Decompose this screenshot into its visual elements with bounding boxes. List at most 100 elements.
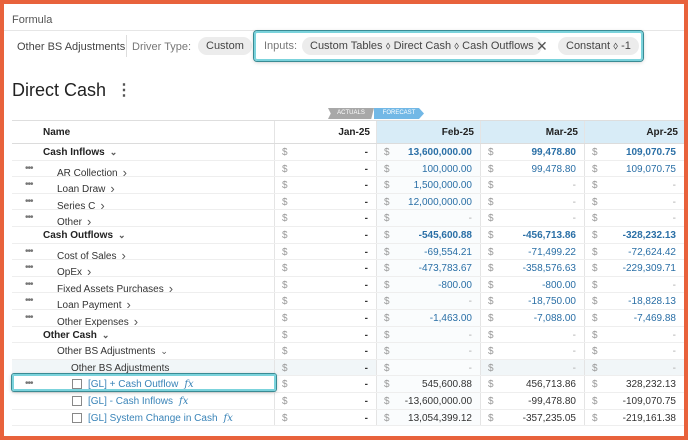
value-cell-mar[interactable]: $ -: [480, 177, 584, 193]
gl-formula-label[interactable]: [GL] + Cash Outflow fx: [88, 379, 194, 390]
table-row[interactable]: [GL] - Cash Inflows fx $ - $ -13,600,000.00 $ -…: [12, 392, 684, 410]
value-cell-mar[interactable]: $ -800.00: [480, 276, 584, 293]
value-cell-mar[interactable]: $ -358,576.63: [480, 260, 584, 276]
value-cell-jan[interactable]: $ -: [274, 243, 376, 260]
value-cell-feb[interactable]: $ -: [376, 326, 480, 343]
value-cell-feb[interactable]: $ -: [376, 210, 480, 226]
table-row[interactable]: ••• Loan Draw › $ - $1,500,000.00 $ - $ -: [12, 177, 684, 196]
value-cell-jan[interactable]: $ -: [274, 160, 376, 177]
column-header-feb[interactable]: Feb-25: [442, 127, 474, 138]
row-menu-icon[interactable]: •••: [25, 279, 33, 290]
value-cell-jan[interactable]: $ -: [274, 144, 376, 160]
driver-type-pill[interactable]: Custom: [198, 37, 252, 55]
chevron-down-icon[interactable]: ⌄: [160, 346, 168, 356]
value-cell-jan[interactable]: $ -: [274, 276, 376, 293]
value-cell-mar[interactable]: $ -7,088.00: [480, 309, 584, 326]
table-row[interactable]: Cash Outflows ⌄ $ - $ -545,600.88 $ -456,713.86…: [12, 226, 684, 244]
table-row[interactable]: ••• AR Collection › $ - $100,000.00 $99,478.80…: [12, 160, 684, 180]
row-menu-icon[interactable]: •••: [25, 262, 33, 273]
value-cell-mar[interactable]: $ -: [480, 343, 584, 359]
value-cell-jan[interactable]: $ -: [274, 376, 376, 392]
value-cell-jan[interactable]: $ -: [274, 409, 376, 426]
row-label[interactable]: Cash Outflows ⌄: [43, 230, 126, 241]
value-cell-apr[interactable]: $ -: [584, 210, 684, 226]
value-cell-feb[interactable]: $13,054,399.12: [376, 409, 480, 426]
column-header-name[interactable]: Name: [43, 127, 70, 138]
value-cell-jan[interactable]: $ -: [274, 193, 376, 210]
value-cell-feb[interactable]: $545,600.88: [376, 376, 480, 392]
value-cell-mar[interactable]: $ -18,750.00: [480, 293, 584, 309]
value-cell-feb[interactable]: $ -69,554.21: [376, 243, 480, 260]
value-cell-apr[interactable]: $ -328,232.13: [584, 226, 684, 243]
table-row[interactable]: ••• Series C › $ - $12,000,000.00 $ - $ -: [12, 193, 684, 213]
value-cell-mar[interactable]: $ -: [480, 326, 584, 343]
value-cell-feb[interactable]: $ -: [376, 359, 480, 376]
table-row[interactable]: [GL] System Change in Cash fx $ - $13,054,39…: [12, 409, 684, 427]
input-reference-pill[interactable]: Custom Tables ⬨ Direct Cash ⬨ Cash Outfl…: [302, 37, 542, 55]
table-row[interactable]: ••• Fixed Assets Purchases › $ - $ -800.00 $ -80…: [12, 276, 684, 296]
value-cell-feb[interactable]: $ -1,463.00: [376, 309, 480, 326]
constant-pill[interactable]: Constant ⬨ -1: [558, 37, 639, 55]
value-cell-mar[interactable]: $ -357,235.05: [480, 409, 584, 426]
value-cell-feb[interactable]: $12,000,000.00: [376, 193, 480, 210]
value-cell-feb[interactable]: $13,600,000.00: [376, 144, 480, 160]
value-cell-apr[interactable]: $ -: [584, 359, 684, 376]
value-cell-mar[interactable]: $99,478.80: [480, 160, 584, 177]
row-menu-icon[interactable]: •••: [25, 212, 33, 223]
row-checkbox[interactable]: [72, 412, 82, 423]
value-cell-apr[interactable]: $109,070.75: [584, 144, 684, 160]
chevron-down-icon[interactable]: ⌄: [118, 230, 126, 240]
value-cell-feb[interactable]: $ -473,783.67: [376, 260, 480, 276]
table-row[interactable]: ••• OpEx › $ - $ -473,783.67 $ -358,576.63 $ -229,…: [12, 260, 684, 279]
value-cell-apr[interactable]: $ -: [584, 177, 684, 193]
value-cell-apr[interactable]: $ -72,624.42: [584, 243, 684, 260]
function-icon[interactable]: fx: [184, 379, 193, 390]
row-menu-icon[interactable]: •••: [25, 179, 33, 190]
more-options-icon[interactable]: ⋮: [116, 80, 132, 100]
value-cell-feb[interactable]: $ -: [376, 343, 480, 359]
inputs-field[interactable]: Inputs: Custom Tables ⬨ Direct Cash ⬨ Ca…: [254, 31, 643, 61]
chevron-down-icon[interactable]: ⌄: [102, 330, 110, 340]
value-cell-apr[interactable]: $328,232.13: [584, 376, 684, 392]
value-cell-apr[interactable]: $ -: [584, 276, 684, 293]
table-row[interactable]: Other Cash ⌄ $ - $ - $ - $ -: [12, 326, 684, 344]
value-cell-mar[interactable]: $ -99,478.80: [480, 392, 584, 409]
table-row[interactable]: Other BS Adjustments $ - $ - $ - $ -: [12, 359, 684, 377]
value-cell-jan[interactable]: $ -: [274, 210, 376, 226]
table-row[interactable]: ••• Loan Payment › $ - $ - $ -18,750.00 $ -18,828.…: [12, 293, 684, 312]
row-menu-icon[interactable]: •••: [25, 163, 33, 174]
value-cell-jan[interactable]: $ -: [274, 260, 376, 276]
column-header-mar[interactable]: Mar-25: [546, 127, 578, 138]
value-cell-apr[interactable]: $ -219,161.38: [584, 409, 684, 426]
row-label[interactable]: Other BS Adjustments: [71, 363, 169, 374]
value-cell-apr[interactable]: $ -: [584, 326, 684, 343]
value-cell-mar[interactable]: $ -: [480, 210, 584, 226]
table-row[interactable]: ••• Other Expenses › $ - $ -1,463.00 $ -7,088.00…: [12, 309, 684, 329]
value-cell-mar[interactable]: $ -456,713.86: [480, 226, 584, 243]
row-checkbox[interactable]: [72, 379, 82, 390]
chevron-down-icon[interactable]: ⌄: [110, 147, 118, 157]
value-cell-apr[interactable]: $ -18,828.13: [584, 293, 684, 309]
value-cell-mar[interactable]: $99,478.80: [480, 144, 584, 160]
row-checkbox[interactable]: [72, 395, 82, 406]
value-cell-feb[interactable]: $ -800.00: [376, 276, 480, 293]
value-cell-jan[interactable]: $ -: [274, 177, 376, 193]
row-menu-icon[interactable]: •••: [25, 312, 33, 323]
value-cell-mar[interactable]: $ -: [480, 193, 584, 210]
row-menu-icon[interactable]: •••: [25, 378, 33, 389]
value-cell-jan[interactable]: $ -: [274, 226, 376, 243]
value-cell-feb[interactable]: $ -545,600.88: [376, 226, 480, 243]
remove-input-icon[interactable]: ✕: [536, 38, 548, 55]
value-cell-apr[interactable]: $ -: [584, 343, 684, 359]
value-cell-mar[interactable]: $ -71,499.22: [480, 243, 584, 260]
value-cell-jan[interactable]: $ -: [274, 392, 376, 409]
value-cell-jan[interactable]: $ -: [274, 326, 376, 343]
value-cell-apr[interactable]: $109,070.75: [584, 160, 684, 177]
value-cell-mar[interactable]: $456,713.86: [480, 376, 584, 392]
value-cell-feb[interactable]: $1,500,000.00: [376, 177, 480, 193]
table-row[interactable]: ••• [GL] + Cash Outflow fx $ - $545,600.88 $45…: [12, 376, 684, 393]
row-label[interactable]: Other Cash ⌄: [43, 330, 109, 341]
value-cell-feb[interactable]: $ -: [376, 293, 480, 309]
table-row[interactable]: Cash Inflows ⌄ $ - $13,600,000.00 $99,478.80 $…: [12, 144, 684, 161]
gl-formula-label[interactable]: [GL] - Cash Inflows fx: [88, 396, 188, 407]
